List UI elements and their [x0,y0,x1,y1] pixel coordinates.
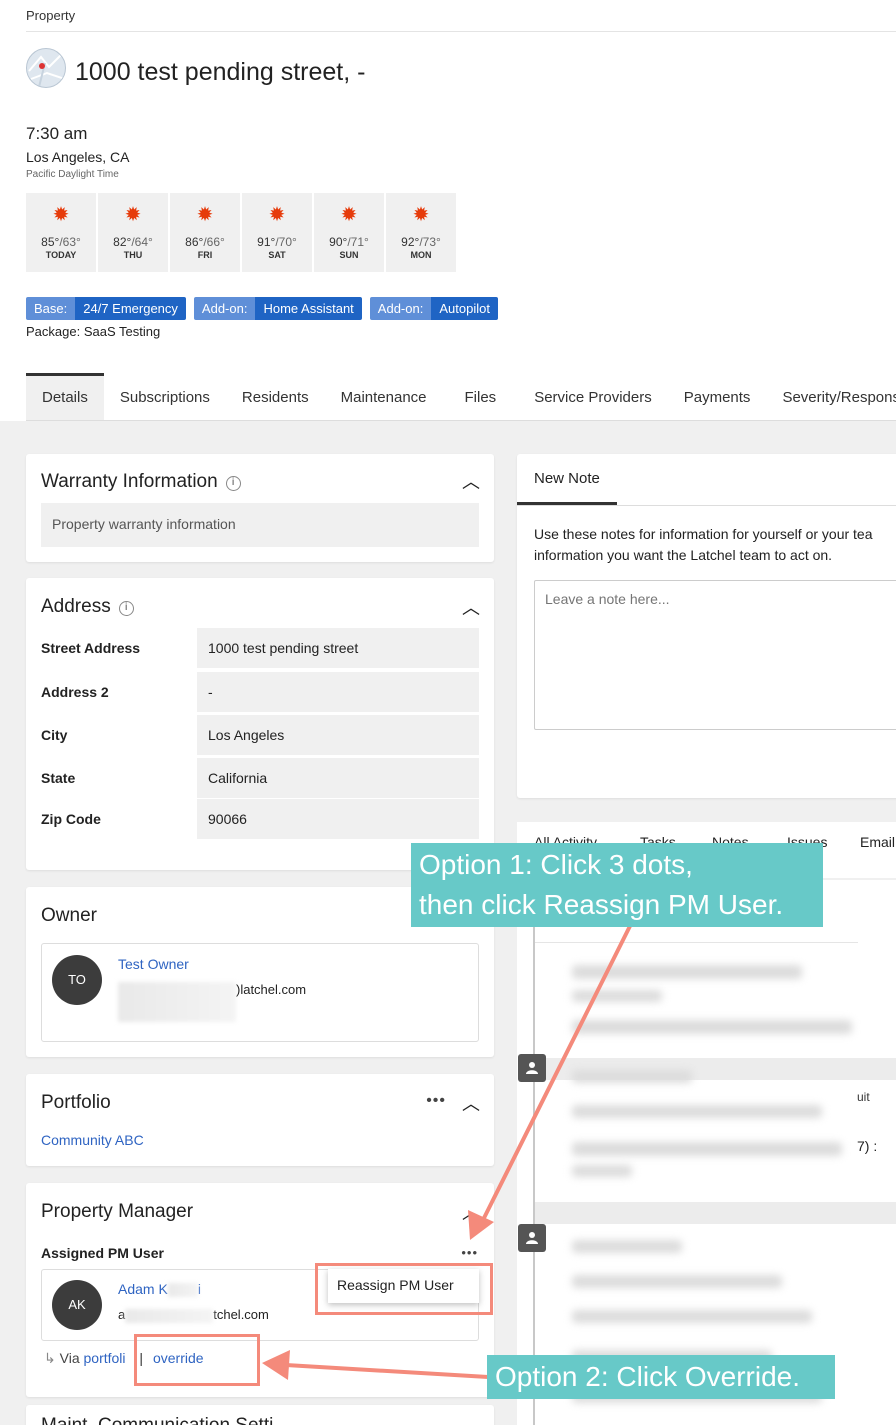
annotation-arrow [285,1363,489,1379]
annotation-option-2: Option 2: Click Override. [487,1355,835,1399]
annotation-arrow [480,921,634,1223]
arrowhead-icon [468,1210,494,1240]
arrowhead-icon [262,1350,290,1380]
annotation-arrows [262,921,634,1380]
annotation-option-1: Option 1: Click 3 dots, then click Reass… [411,843,823,927]
